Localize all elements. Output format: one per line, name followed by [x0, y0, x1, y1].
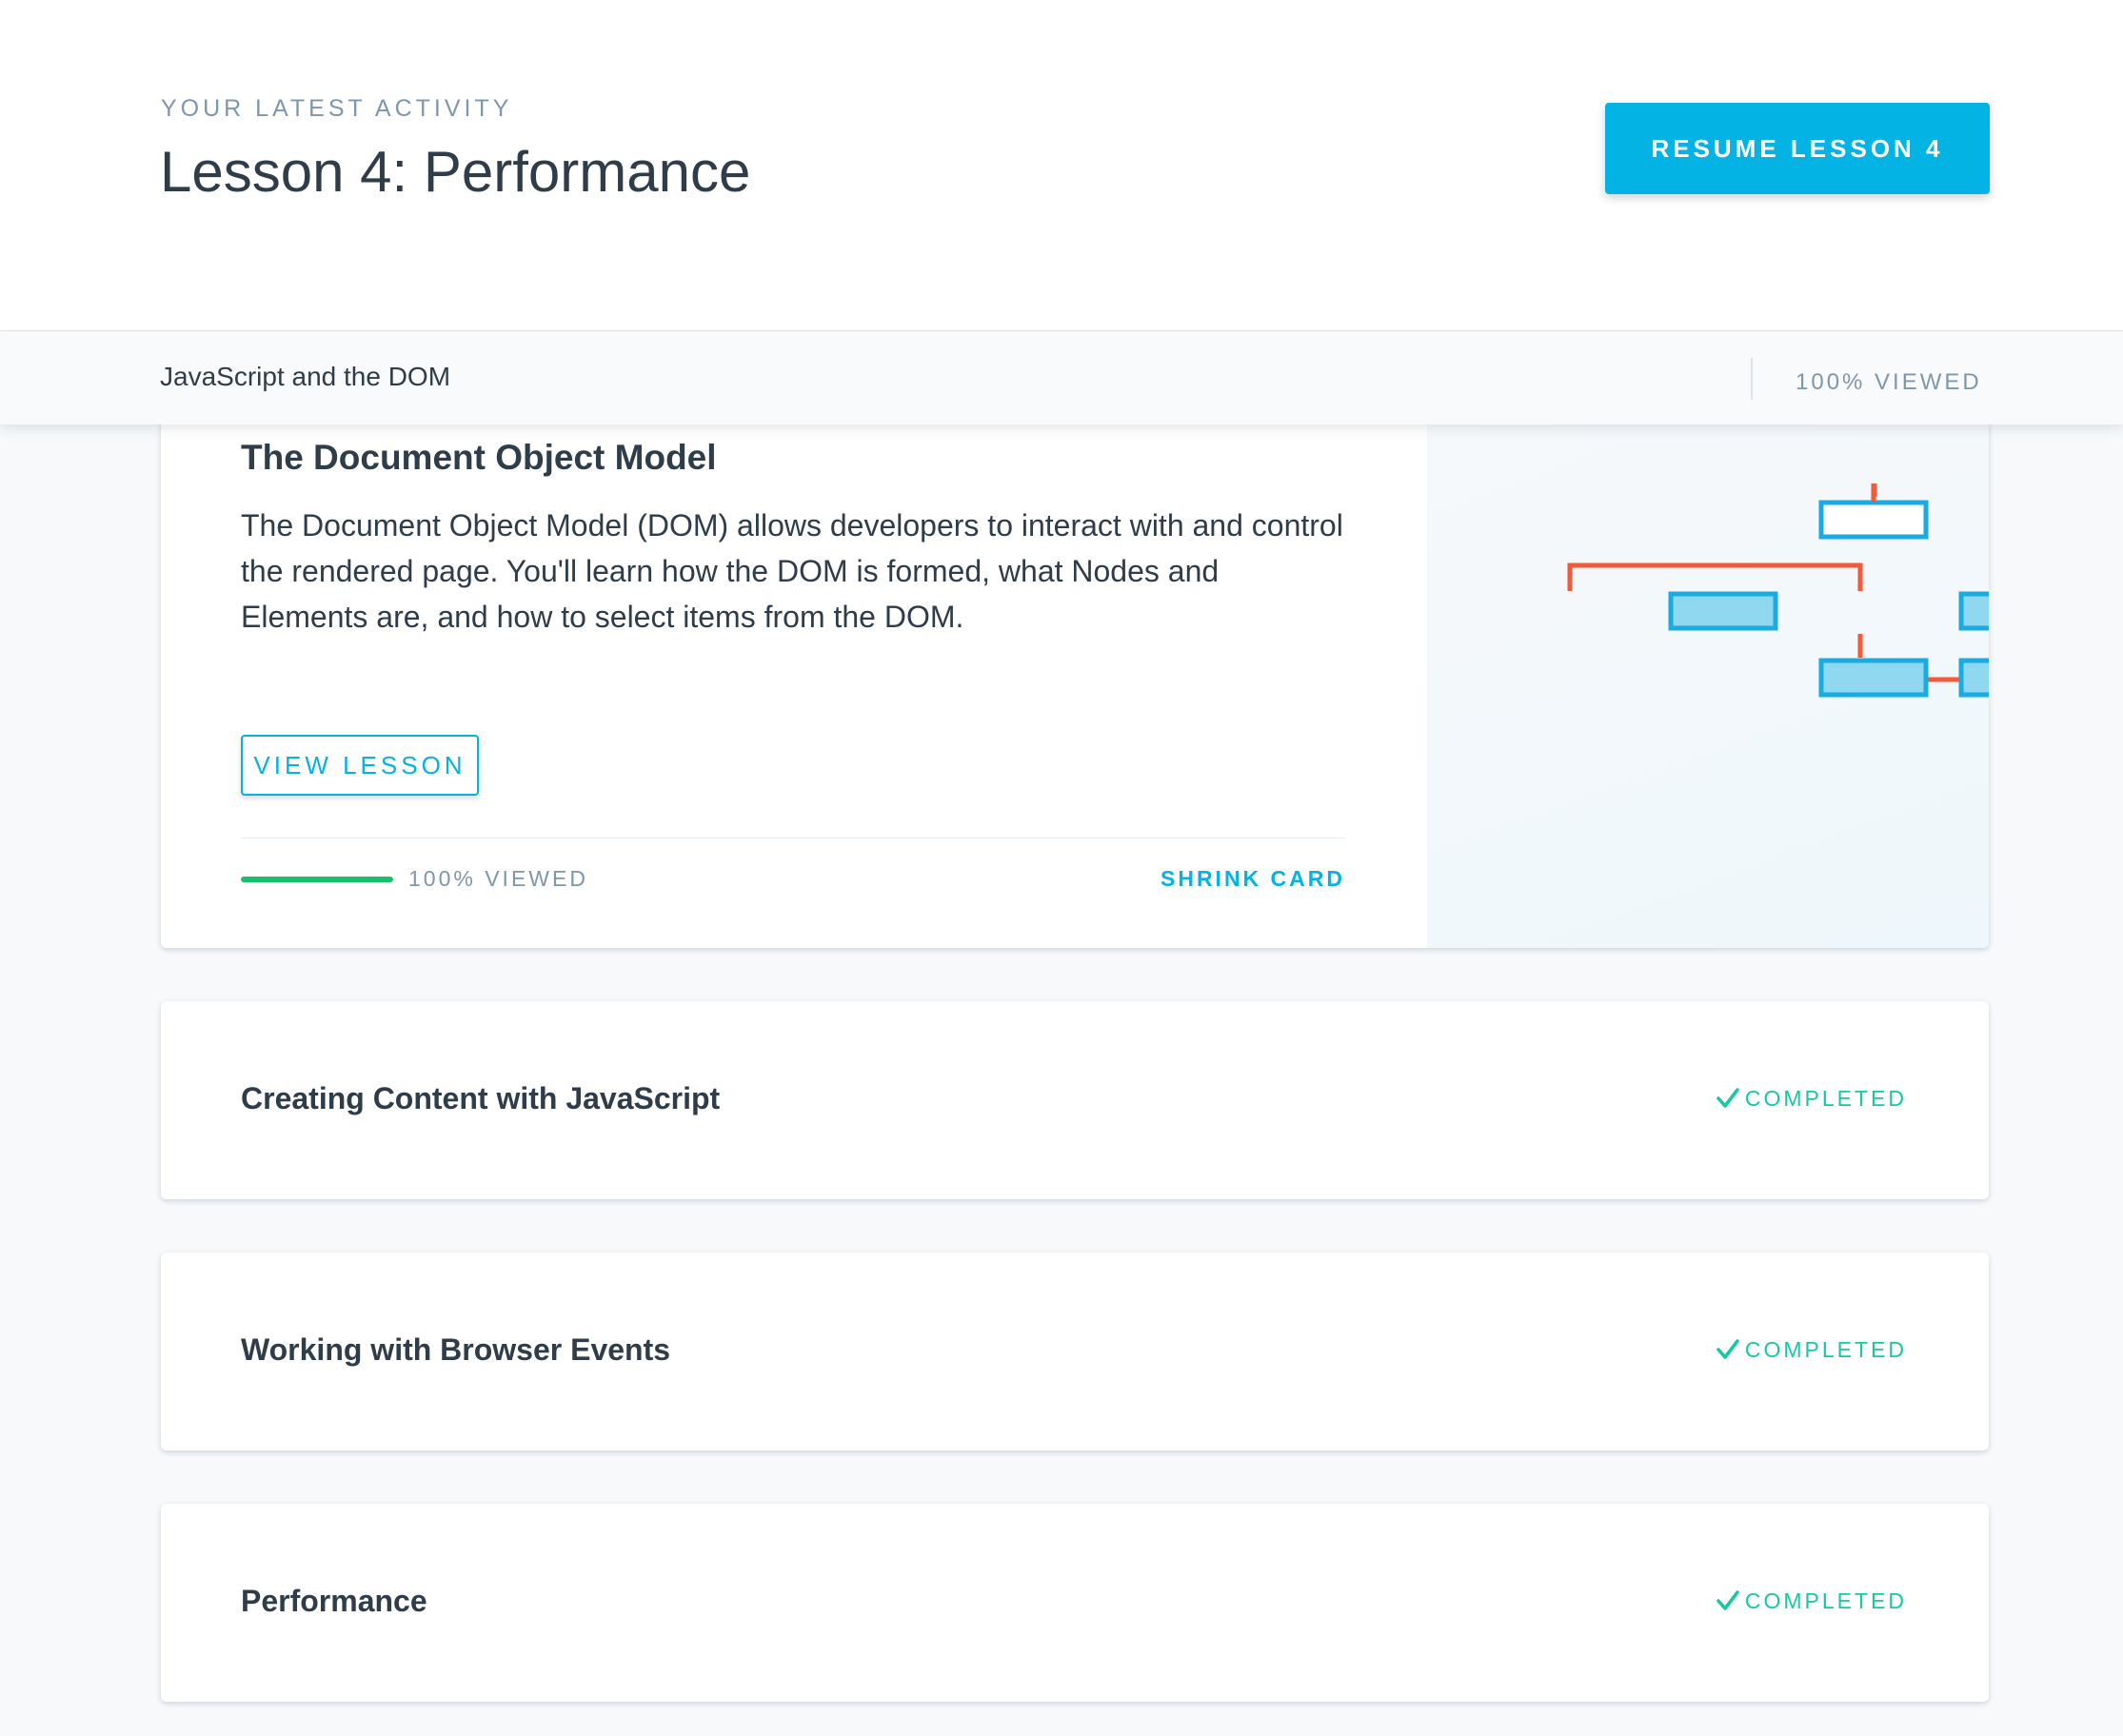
- course-progress-status: 100% VIEWED: [1796, 369, 1982, 395]
- course-subbar: JavaScript and the DOM 100% VIEWED: [0, 331, 2123, 424]
- completed-label: COMPLETED: [1744, 1588, 1907, 1613]
- lesson-progress-fill: [241, 877, 393, 882]
- completed-status: COMPLETED: [1715, 1588, 1907, 1614]
- lesson-row-title: Performance: [241, 1584, 427, 1618]
- lesson-progress-bar: [241, 877, 393, 882]
- lesson-description: The Document Object Model (DOM) allows d…: [241, 508, 1343, 634]
- completed-status: COMPLETED: [1715, 1085, 1907, 1112]
- dom-tree-diagram-icon: [1567, 483, 1989, 698]
- lesson-card-expanded: The Document Object Model The Document O…: [161, 362, 1989, 948]
- subbar-divider: [1751, 358, 1753, 400]
- completed-label: COMPLETED: [1744, 1085, 1907, 1111]
- lesson-illustration-panel: [1427, 362, 1989, 948]
- completed-label: COMPLETED: [1744, 1336, 1907, 1362]
- resume-lesson-button[interactable]: RESUME LESSON 4: [1605, 103, 1990, 194]
- page-title: Lesson 4: Performance: [160, 140, 751, 204]
- lesson-row-title: Creating Content with JavaScript: [241, 1081, 721, 1115]
- activity-header: YOUR LATEST ACTIVITY Lesson 4: Performan…: [0, 0, 2123, 331]
- lesson-title: The Document Object Model: [241, 438, 717, 477]
- activity-eyebrow: YOUR LATEST ACTIVITY: [161, 95, 513, 122]
- lesson-row-title: Working with Browser Events: [241, 1332, 671, 1367]
- course-title: JavaScript and the DOM: [160, 362, 451, 391]
- lesson-card[interactable]: Creating Content with JavaScript COMPLET…: [161, 1001, 1989, 1199]
- lesson-card[interactable]: Performance COMPLETED: [161, 1504, 1989, 1702]
- lesson-progress-label: 100% VIEWED: [408, 866, 588, 891]
- lesson-card[interactable]: Working with Browser Events COMPLETED: [161, 1253, 1989, 1450]
- shrink-card-link[interactable]: SHRINK CARD: [1161, 866, 1345, 892]
- view-lesson-button[interactable]: VIEW LESSON: [241, 735, 479, 796]
- checkmark-icon: [1716, 1590, 1739, 1610]
- checkmark-icon: [1716, 1339, 1739, 1359]
- completed-status: COMPLETED: [1715, 1336, 1907, 1363]
- checkmark-icon: [1716, 1088, 1739, 1108]
